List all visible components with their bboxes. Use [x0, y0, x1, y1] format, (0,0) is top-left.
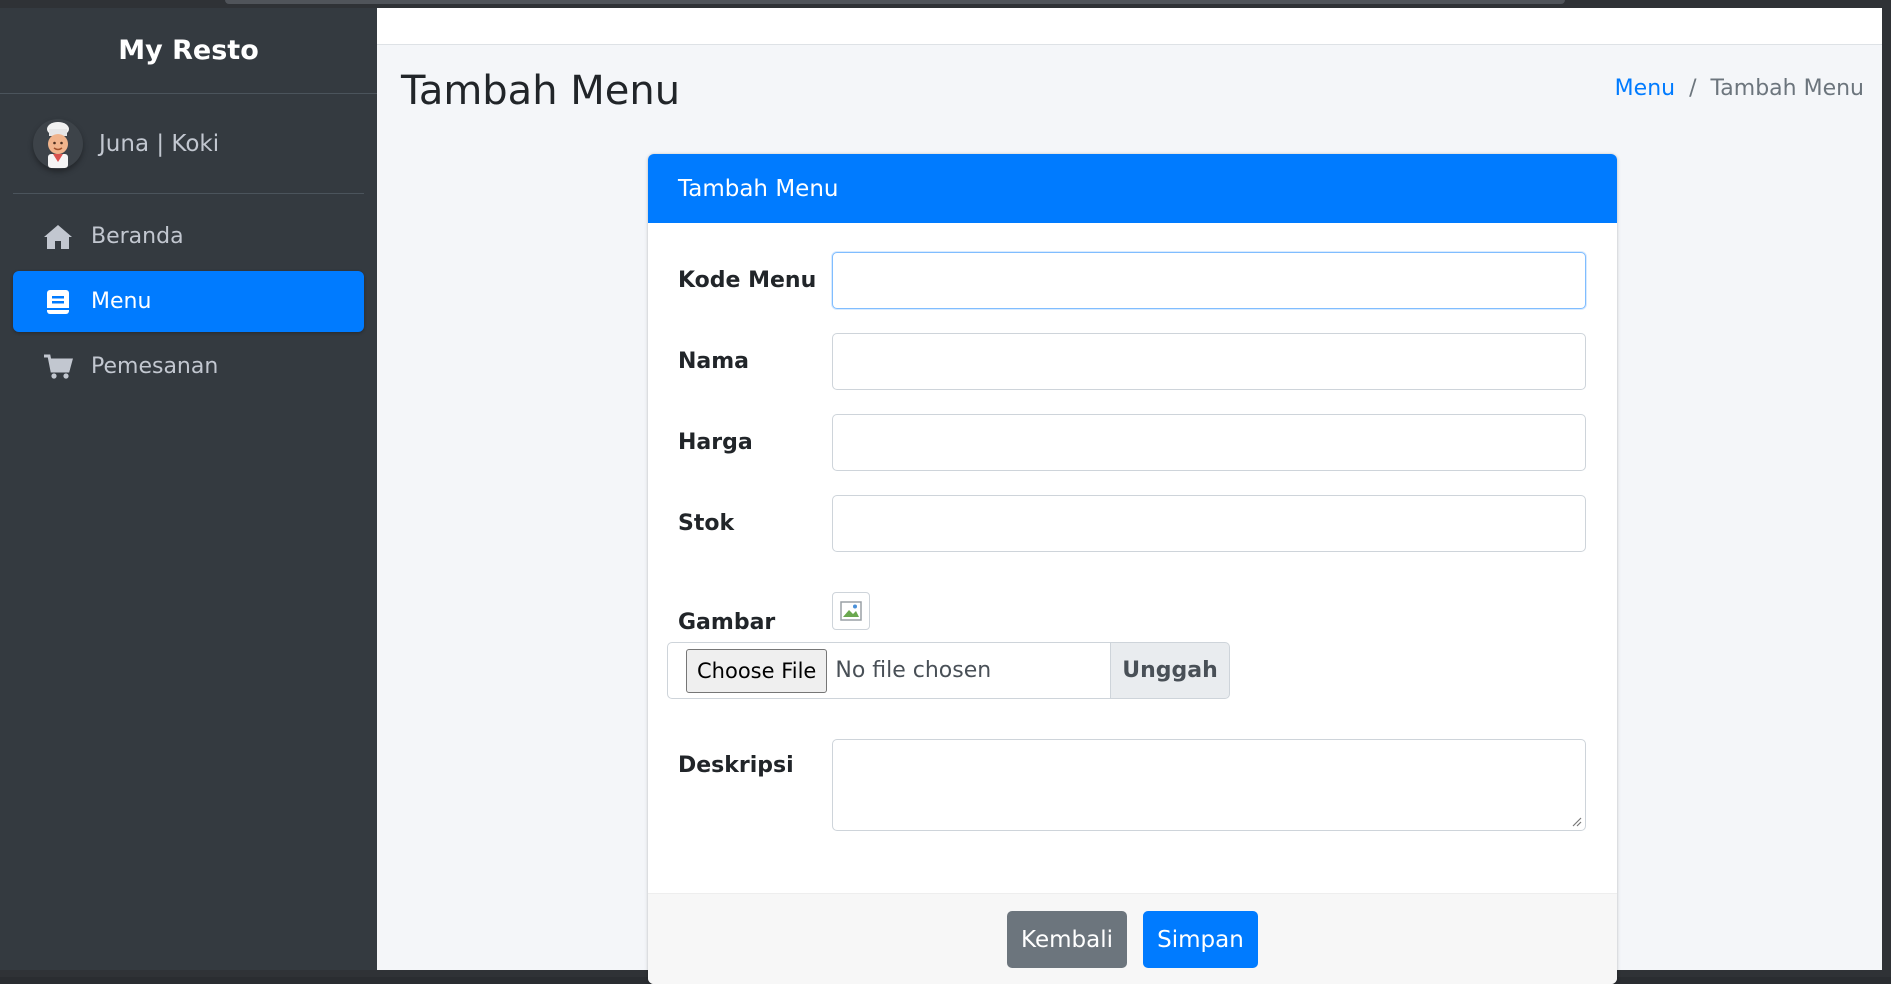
- sidebar-item-menu[interactable]: Menu: [13, 271, 364, 332]
- choose-file-button[interactable]: Choose File: [686, 648, 828, 693]
- form-row-gambar: Gambar: [678, 586, 870, 635]
- card-title: Tambah Menu: [648, 154, 1617, 223]
- sidebar: My Resto Juna | Koki Beranda Menu Pemesa…: [0, 8, 377, 970]
- brand-logo[interactable]: My Resto: [0, 8, 377, 94]
- sidebar-item-label: Beranda: [91, 224, 184, 249]
- breadcrumb-separator: /: [1689, 76, 1697, 101]
- sidebar-item-pemesanan[interactable]: Pemesanan: [13, 336, 364, 397]
- file-status: No file chosen: [835, 658, 992, 683]
- sidebar-item-beranda[interactable]: Beranda: [13, 206, 364, 267]
- breadcrumb-current: Tambah Menu: [1710, 76, 1865, 101]
- breadcrumb-link-menu[interactable]: Menu: [1615, 76, 1675, 101]
- window-top-strip: [225, 0, 1565, 4]
- kode-menu-input[interactable]: [832, 252, 1586, 309]
- deskripsi-label: Deskripsi: [678, 753, 794, 778]
- user-name[interactable]: Juna | Koki: [99, 131, 219, 157]
- page-title: Tambah Menu: [401, 68, 681, 114]
- form-row-harga: Harga: [678, 414, 1586, 471]
- resize-handle-icon[interactable]: [1570, 815, 1582, 827]
- card-footer: Kembali Simpan: [648, 893, 1617, 984]
- user-panel: Juna | Koki: [13, 94, 364, 194]
- stok-label: Stok: [678, 511, 735, 536]
- kode-menu-label: Kode Menu: [678, 268, 817, 293]
- form-row-deskripsi: Deskripsi: [678, 739, 1586, 831]
- save-button[interactable]: Simpan: [1143, 911, 1258, 968]
- book-icon: [43, 288, 73, 316]
- nama-input[interactable]: [832, 333, 1586, 390]
- chef-avatar-icon: [33, 118, 83, 169]
- broken-image-icon: [832, 591, 870, 630]
- top-navbar: [377, 8, 1882, 45]
- deskripsi-textarea[interactable]: [832, 739, 1586, 831]
- sidebar-nav: Beranda Menu Pemesanan: [0, 194, 377, 397]
- app-window: My Resto Juna | Koki Beranda Menu Pemesa…: [0, 0, 1891, 984]
- file-upload-group: Choose File No file chosen Unggah: [667, 642, 1230, 699]
- upload-button[interactable]: Unggah: [1111, 642, 1230, 699]
- cart-icon: [43, 353, 73, 381]
- nama-label: Nama: [678, 349, 750, 374]
- back-button[interactable]: Kembali: [1007, 911, 1127, 968]
- breadcrumb: Menu / Tambah Menu: [1615, 76, 1864, 101]
- main-content: Tambah Menu Menu / Tambah Menu Tambah Me…: [377, 8, 1882, 984]
- file-input[interactable]: Choose File No file chosen: [667, 642, 1111, 699]
- add-menu-card: Tambah Menu Kode Menu Nama Harga Stok Ga…: [648, 154, 1617, 984]
- sidebar-item-label: Pemesanan: [91, 354, 219, 379]
- home-icon: [43, 223, 73, 251]
- gambar-label: Gambar: [678, 610, 776, 635]
- form-row-kode: Kode Menu: [678, 252, 1586, 309]
- harga-input[interactable]: [832, 414, 1586, 471]
- sidebar-item-label: Menu: [91, 289, 152, 314]
- form-row-stok: Stok: [678, 495, 1586, 552]
- harga-label: Harga: [678, 430, 753, 455]
- stok-input[interactable]: [832, 495, 1586, 552]
- form-row-nama: Nama: [678, 333, 1586, 390]
